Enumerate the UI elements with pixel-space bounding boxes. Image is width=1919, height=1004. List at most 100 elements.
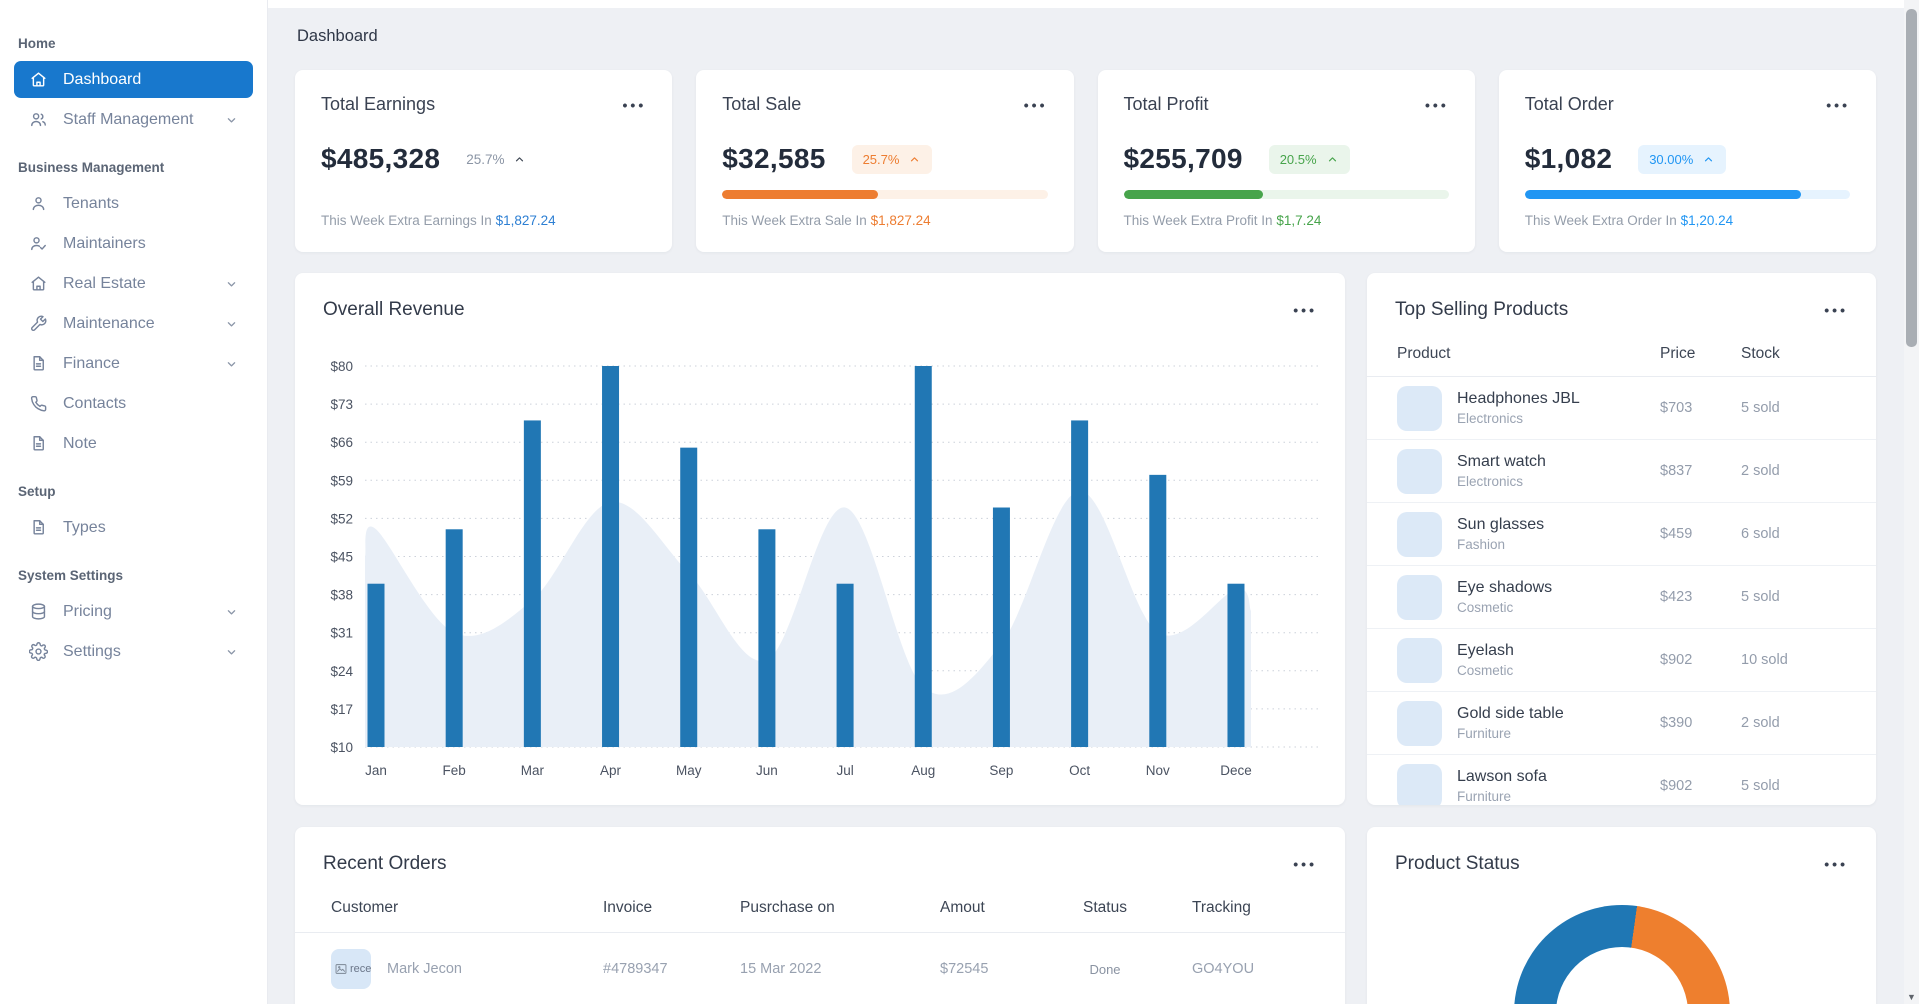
svg-text:$59: $59 (330, 473, 353, 488)
stat-card-title: Total Profit (1123, 94, 1209, 114)
product-image (1397, 763, 1442, 805)
home-icon (29, 70, 48, 89)
sidebar-item-label: Settings (63, 642, 121, 660)
sidebar-item-maintenance[interactable]: Maintenance (14, 305, 253, 342)
column-purchase-on: Pusrchase on (740, 899, 835, 916)
footer-amount: $1,7.24 (1276, 213, 1322, 228)
svg-text:$80: $80 (330, 359, 353, 374)
sidebar-item-label: Tenants (63, 194, 120, 212)
product-image (1397, 448, 1442, 494)
products-card-title: Top Selling Products (1395, 299, 1569, 320)
svg-text:Mar: Mar (521, 763, 545, 778)
sidebar-item-tenants[interactable]: Tenants (14, 185, 253, 222)
avatar-alt-text: rece (350, 963, 371, 975)
sidebar-item-types[interactable]: Types (14, 509, 253, 546)
ellipsis-menu-icon[interactable]: ••• (1824, 303, 1848, 317)
stat-card-title: Total Earnings (321, 94, 436, 114)
product-stock: 5 sold (1741, 589, 1780, 605)
caret-up-icon (1702, 153, 1715, 166)
product-stock: 10 sold (1741, 652, 1788, 668)
order-amount: $72545 (940, 961, 989, 977)
sidebar-item-label: Dashboard (63, 70, 142, 88)
ellipsis-menu-icon[interactable]: ••• (1024, 98, 1048, 112)
footer-amount: $1,827.24 (870, 213, 931, 228)
product-row-lawson-sofa: Lawson sofa Furniture $902 5 sold (1367, 755, 1876, 805)
product-stock: 5 sold (1741, 400, 1780, 416)
sidebar: Home Dashboard Staff Management Business Ma… (0, 0, 268, 1004)
sidebar-item-note[interactable]: Note (14, 425, 253, 462)
product-price: $423 (1660, 589, 1693, 605)
product-row-eyelash: Eyelash Cosmetic $902 10 sold (1367, 629, 1876, 692)
scrollbar-track[interactable]: ▼ (1904, 0, 1919, 1004)
product-name: Smart watch (1457, 453, 1546, 470)
ellipsis-menu-icon[interactable]: ••• (1293, 303, 1317, 317)
top-selling-products-card: Top Selling Products ••• Product Price S… (1367, 273, 1876, 805)
product-category: Cosmetic (1457, 600, 1514, 615)
sidebar-item-staff-management[interactable]: Staff Management (14, 101, 253, 138)
stat-card-total-earnings: Total Earnings ••• $485,328 25.7% This Week … (295, 70, 673, 252)
sidebar-item-label: Types (63, 518, 106, 536)
chevron-down-icon (224, 112, 239, 127)
svg-text:Aug: Aug (911, 763, 935, 778)
stat-card-footer: This Week Extra Profit In $1,7.24 (1123, 213, 1322, 228)
product-image (1397, 574, 1442, 620)
stat-card-value: $485,328 (321, 143, 441, 174)
caret-up-icon (1326, 153, 1339, 166)
scrollbar-down-arrow[interactable]: ▼ (1904, 992, 1919, 1002)
svg-text:$24: $24 (330, 664, 353, 679)
svg-text:Sep: Sep (989, 763, 1013, 778)
progress-fill (1524, 190, 1802, 199)
sidebar-item-label: Pricing (63, 602, 112, 620)
ellipsis-menu-icon[interactable]: ••• (1826, 98, 1850, 112)
svg-text:$31: $31 (330, 626, 353, 641)
sidebar-item-contacts[interactable]: Contacts (14, 385, 253, 422)
gear-icon (29, 642, 48, 661)
user-icon (29, 194, 48, 213)
product-name: Lawson sofa (1457, 768, 1547, 785)
sidebar-item-pricing[interactable]: Pricing (14, 593, 253, 630)
chevron-down-icon (224, 644, 239, 659)
sidebar-item-label: Maintenance (63, 314, 155, 332)
svg-text:Dece: Dece (1220, 763, 1252, 778)
sidebar-item-maintainers[interactable]: Maintainers (14, 225, 253, 262)
order-customer: Mark Jecon (387, 961, 462, 977)
change-badge: 30.00% (1638, 144, 1727, 174)
stat-card-footer: This Week Extra Order In $1,20.24 (1524, 213, 1734, 228)
svg-text:$38: $38 (330, 588, 353, 603)
donut-hole (1556, 947, 1688, 1004)
stat-card-title: Total Sale (722, 94, 802, 114)
change-value: 20.5% (1279, 151, 1317, 167)
change-badge: 20.5% (1268, 144, 1350, 174)
stat-card-footer: This Week Extra Earnings In $1,827.24 (321, 213, 556, 228)
orders-table-body: rece Mark Jecon #4789347 15 Mar 2022 $72545 D… (295, 933, 1345, 1004)
file-icon (29, 518, 48, 537)
stat-card-total-sale: Total Sale ••• $32,585 25.7% This Week Extra… (696, 70, 1074, 252)
change-value: 25.7% (862, 151, 900, 167)
product-row-smart-watch: Smart watch Electronics $837 2 sold (1367, 440, 1876, 503)
sidebar-item-finance[interactable]: Finance (14, 345, 253, 382)
caret-up-icon (908, 153, 921, 166)
product-row-gold-side-table: Gold side table Furniture $390 2 sold (1367, 692, 1876, 755)
dashboard-page: Home Dashboard Staff Management Business Ma… (0, 0, 1919, 1004)
footer-amount: $1,827.24 (495, 213, 556, 228)
svg-text:Feb: Feb (443, 763, 466, 778)
sidebar-item-real-estate[interactable]: Real Estate (14, 265, 253, 302)
ellipsis-menu-icon[interactable]: ••• (1293, 857, 1317, 871)
stat-card-total-profit: Total Profit ••• $255,709 20.5% This Week Ex… (1097, 70, 1475, 252)
file-icon (29, 434, 48, 453)
ellipsis-menu-icon[interactable]: ••• (1425, 98, 1449, 112)
scrollbar-thumb[interactable] (1906, 9, 1917, 347)
product-name: Eye shadows (1457, 579, 1553, 596)
ellipsis-menu-icon[interactable]: ••• (623, 98, 647, 112)
svg-text:Jan: Jan (365, 763, 387, 778)
ellipsis-menu-icon[interactable]: ••• (1824, 857, 1848, 871)
product-category: Furniture (1457, 789, 1512, 804)
svg-text:$52: $52 (330, 511, 353, 526)
stat-card-footer: This Week Extra Sale In $1,827.24 (722, 213, 931, 228)
sidebar-item-dashboard[interactable]: Dashboard (14, 61, 253, 98)
svg-text:Jun: Jun (756, 763, 778, 778)
product-row-headphones-jbl: Headphones JBL Electronics $703 5 sold (1367, 377, 1876, 440)
revenue-bar-chart: $80 $73 $66 $59 $52 $45 $38 $31 $24 $17 $10 Jan Feb M… (330, 359, 1320, 778)
sidebar-item-settings[interactable]: Settings (14, 633, 253, 670)
change-badge: 25.7% (851, 144, 933, 174)
